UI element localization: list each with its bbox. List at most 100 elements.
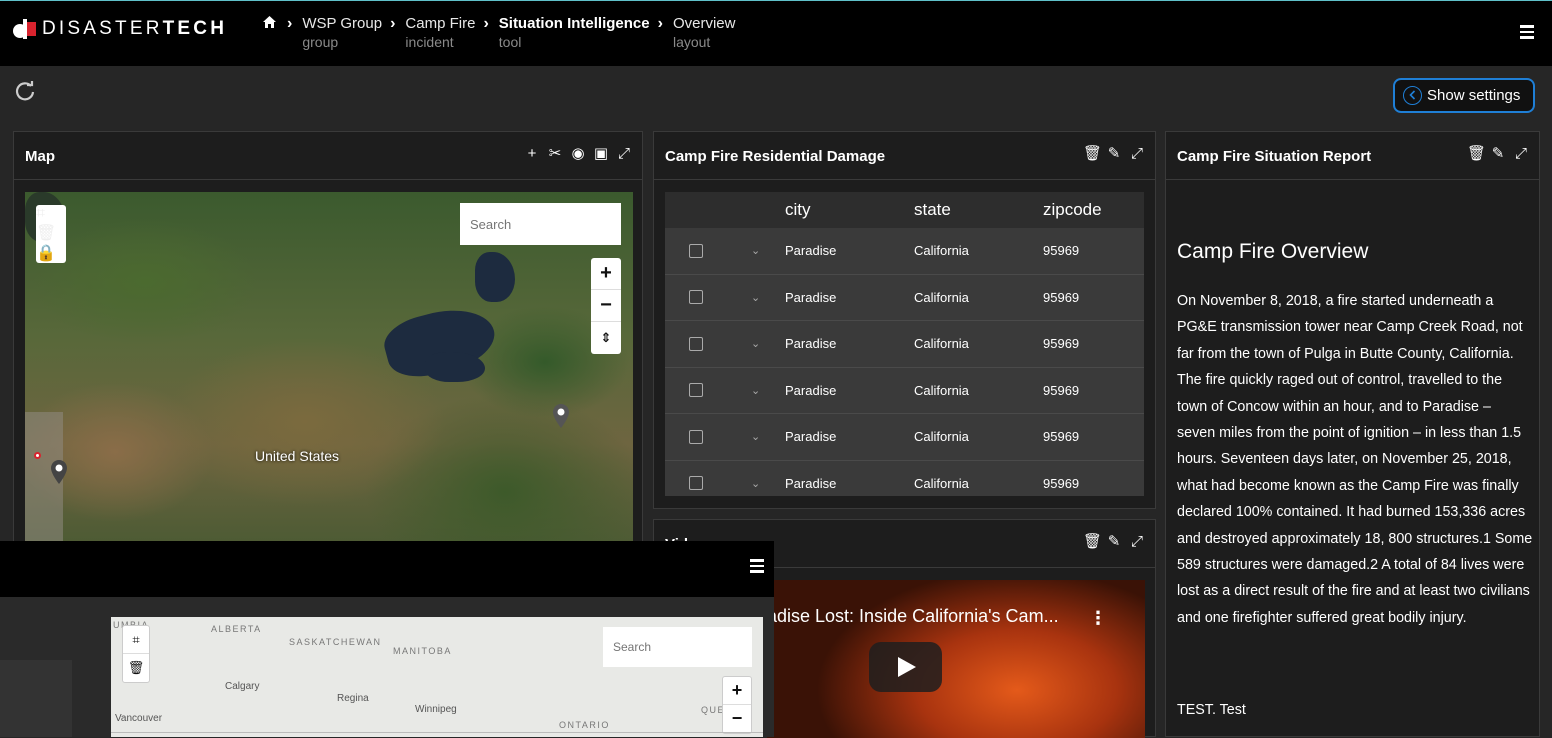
table-row[interactable]: ⌄ Paradise California 95969 [665, 414, 1144, 461]
cell-state: California [914, 243, 969, 259]
row-checkbox[interactable] [689, 429, 703, 444]
cell-zipcode: 95969 [1043, 289, 1080, 305]
zoom-out-button[interactable]: − [723, 705, 751, 733]
city-label: Calgary [225, 681, 260, 692]
table-row[interactable]: ⌄ Paradise California 95969 [665, 367, 1144, 414]
table-row[interactable]: ⌄ Paradise California 95969 [665, 274, 1144, 321]
column-header-state[interactable]: state [914, 200, 951, 220]
breadcrumb-layout[interactable]: Overview layout [673, 15, 736, 51]
table-row[interactable]: ⌄ Paradise California 95969 [665, 321, 1144, 368]
more-vertical-icon[interactable]: ⋮ [1089, 608, 1107, 629]
trash-icon[interactable]: 🗑 [36, 223, 66, 243]
breadcrumb-tool[interactable]: Situation Intelligence tool [499, 15, 650, 51]
map-pin-icon[interactable] [50, 460, 68, 484]
region-label: ONTARIO [559, 720, 610, 730]
draw-polygon-icon[interactable]: ⌗ [36, 205, 66, 223]
zoom-in-button[interactable]: + [723, 677, 751, 705]
chevron-left-circle-icon [1403, 86, 1422, 105]
map-search-input[interactable] [603, 627, 752, 667]
cell-state: California [914, 429, 969, 445]
video-title[interactable]: adise Lost: Inside California's Cam... [767, 606, 1059, 627]
chevron-down-icon[interactable]: ⌄ [751, 291, 761, 304]
row-checkbox[interactable] [689, 476, 703, 491]
cell-state: California [914, 336, 969, 352]
residential-damage-panel: Camp Fire Residential Damage 🗑 ✎ ⤢ city … [653, 131, 1156, 509]
video-panel-tools: 🗑 ✎ ⤢ [1083, 534, 1145, 550]
menu-icon[interactable] [1520, 25, 1534, 39]
camera-icon[interactable]: ▣ [593, 146, 609, 162]
cell-zipcode: 95969 [1043, 243, 1080, 259]
street-map[interactable]: UMBIA ALBERTA SASKATCHEWAN MANITOBA ONTA… [111, 617, 763, 737]
plus-icon[interactable]: + [524, 146, 540, 162]
home-icon[interactable] [262, 15, 277, 34]
report-heading: Camp Fire Overview [1177, 240, 1369, 263]
trash-icon[interactable]: 🗑 [1467, 146, 1486, 162]
table-header: city state zipcode [665, 192, 1144, 228]
map-panel-header: Map + ✂ ◉ ▣ ⤢ [14, 132, 642, 180]
fullscreen-icon[interactable]: ⤢ [1513, 146, 1529, 162]
row-checkbox[interactable] [689, 383, 703, 398]
row-checkbox[interactable] [689, 243, 703, 258]
logo-mark-icon [12, 18, 38, 40]
edit-icon[interactable]: ✎ [1490, 146, 1506, 162]
video-player[interactable]: adise Lost: Inside California's Cam... ⋮ [767, 580, 1145, 738]
row-checkbox[interactable] [689, 336, 703, 351]
show-settings-button[interactable]: Show settings [1393, 78, 1535, 113]
cell-city: Paradise [785, 429, 837, 445]
lake [475, 252, 515, 302]
fire-location-marker[interactable] [34, 452, 41, 459]
zoom-out-button[interactable]: − [591, 290, 621, 322]
cell-city: Paradise [785, 475, 837, 491]
map-panel-tools: + ✂ ◉ ▣ ⤢ [524, 146, 632, 162]
city-label: Regina [337, 693, 369, 704]
cell-state: California [914, 382, 969, 398]
satellite-map[interactable]: ⌗ 🗑 🔒 + − ⇕ United States [25, 192, 633, 552]
breadcrumb-group[interactable]: WSP Group group [302, 15, 382, 51]
panel-title: Camp Fire Residential Damage [665, 148, 886, 165]
edit-icon[interactable]: ✎ [1106, 534, 1122, 550]
compass-icon[interactable]: ⇕ [591, 322, 621, 354]
overlay-top-bar [0, 541, 774, 597]
trash-icon[interactable]: 🗑 [123, 654, 149, 682]
region-label: MANITOBA [393, 646, 452, 656]
refresh-icon[interactable] [14, 80, 36, 102]
logo-text: DISASTERTECH [42, 18, 228, 39]
lock-icon[interactable]: 🔒 [36, 243, 66, 263]
damage-table: city state zipcode ⌄ Paradise California… [665, 192, 1144, 496]
chevron-down-icon[interactable]: ⌄ [751, 430, 761, 443]
trash-icon[interactable]: 🗑 [1083, 534, 1102, 550]
trash-icon[interactable]: 🗑 [1083, 146, 1102, 162]
fullscreen-icon[interactable]: ⤢ [1129, 534, 1145, 550]
chevron-down-icon[interactable]: ⌄ [751, 477, 761, 490]
top-navigation-bar: DISASTERTECH › WSP Group group › Camp Fi… [0, 0, 1552, 66]
cell-state: California [914, 289, 969, 305]
chevron-down-icon[interactable]: ⌄ [751, 384, 761, 397]
breadcrumb-incident[interactable]: Camp Fire incident [405, 15, 475, 51]
row-checkbox[interactable] [689, 290, 703, 305]
table-row[interactable]: ⌄ Paradise California 95969 [665, 460, 1144, 496]
cell-zipcode: 95969 [1043, 382, 1080, 398]
panel-title: Camp Fire Situation Report [1177, 148, 1372, 165]
table-row[interactable]: ⌄ Paradise California 95969 [665, 228, 1144, 275]
column-header-city[interactable]: city [785, 200, 811, 220]
region-label: SASKATCHEWAN [289, 637, 382, 647]
draw-tools: ⌗ 🗑 [122, 625, 150, 683]
menu-icon[interactable] [750, 559, 764, 576]
zoom-in-button[interactable]: + [591, 258, 621, 290]
eye-icon[interactable]: ◉ [570, 146, 586, 162]
situation-report-panel: Camp Fire Situation Report 🗑 ✎ ⤢ Camp Fi… [1165, 131, 1540, 737]
column-header-zipcode[interactable]: zipcode [1043, 200, 1102, 220]
edit-icon[interactable]: ✎ [1106, 146, 1122, 162]
fullscreen-icon[interactable]: ⤢ [616, 146, 632, 162]
breadcrumb: › WSP Group group › Camp Fire incident ›… [262, 15, 743, 51]
lake [425, 352, 485, 382]
map-search-input[interactable] [460, 203, 621, 245]
chevron-down-icon[interactable]: ⌄ [751, 337, 761, 350]
fullscreen-icon[interactable]: ⤢ [1129, 146, 1145, 162]
disastertech-logo[interactable]: DISASTERTECH [12, 17, 227, 41]
chevron-down-icon[interactable]: ⌄ [751, 244, 761, 257]
layers-off-icon[interactable]: ✂ [547, 146, 563, 162]
play-button[interactable] [869, 642, 942, 692]
draw-polygon-icon[interactable]: ⌗ [123, 626, 149, 654]
map-pin-icon[interactable] [552, 404, 570, 428]
